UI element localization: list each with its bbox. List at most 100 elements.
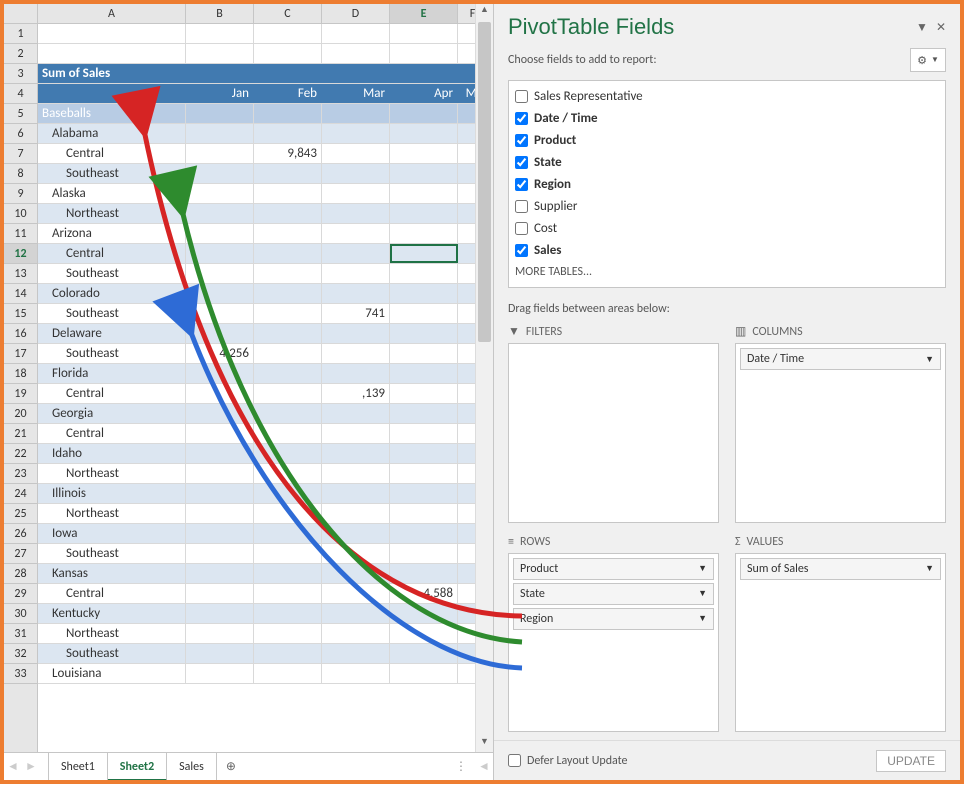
field-supplier[interactable]: Supplier [515, 195, 939, 217]
cell-d-30[interactable] [322, 604, 390, 623]
row-header-11[interactable]: 11 [4, 224, 37, 244]
cell-c-8[interactable] [254, 164, 322, 183]
row-23[interactable]: Northeast [38, 464, 493, 484]
cell-c-25[interactable] [254, 504, 322, 523]
field-label[interactable]: Region [534, 177, 571, 192]
cell-e-30[interactable] [390, 604, 458, 623]
cell-c-2[interactable] [254, 44, 322, 63]
cell-c-18[interactable] [254, 364, 322, 383]
row-3[interactable]: Sum of Sales [38, 64, 493, 84]
cell-a-11[interactable]: Arizona [38, 224, 186, 243]
cell-e-26[interactable] [390, 524, 458, 543]
cell-e-2[interactable] [390, 44, 458, 63]
cell-d-29[interactable] [322, 584, 390, 603]
cell-c-33[interactable] [254, 664, 322, 683]
row-header-22[interactable]: 22 [4, 444, 37, 464]
cell-a-13[interactable]: Southeast [38, 264, 186, 283]
row-header-10[interactable]: 10 [4, 204, 37, 224]
cell-a-17[interactable]: Southeast [38, 344, 186, 363]
cell-e-8[interactable] [390, 164, 458, 183]
cell-a-10[interactable]: Northeast [38, 204, 186, 223]
row-header-3[interactable]: 3 [4, 64, 37, 84]
row-29[interactable]: Central 4,588 [38, 584, 493, 604]
grid[interactable]: 1234567891011121314151617181920212223242… [4, 4, 493, 752]
chevron-down-icon[interactable]: ▼ [698, 613, 707, 624]
cell-a-15[interactable]: Southeast [38, 304, 186, 323]
cell-b-16[interactable] [186, 324, 254, 343]
field-date-time[interactable]: Date / Time [515, 107, 939, 129]
cell-d-19[interactable]: ,139 [322, 384, 390, 403]
cell-b-14[interactable] [186, 284, 254, 303]
row-header-18[interactable]: 18 [4, 364, 37, 384]
row-13[interactable]: Southeast [38, 264, 493, 284]
cell-c-7[interactable]: 9,843 [254, 144, 322, 163]
cell-b-12[interactable] [186, 244, 254, 263]
row-9[interactable]: Alaska [38, 184, 493, 204]
cell-e-33[interactable] [390, 664, 458, 683]
cell-d-25[interactable] [322, 504, 390, 523]
row-header-2[interactable]: 2 [4, 44, 37, 64]
row-header-19[interactable]: 19 [4, 384, 37, 404]
cell-a-31[interactable]: Northeast [38, 624, 186, 643]
cell-d-1[interactable] [322, 24, 390, 43]
row-header-29[interactable]: 29 [4, 584, 37, 604]
field-checkbox[interactable] [515, 112, 528, 125]
cell-e-7[interactable] [390, 144, 458, 163]
row-header-8[interactable]: 8 [4, 164, 37, 184]
cell-c-21[interactable] [254, 424, 322, 443]
row-header-5[interactable]: 5 [4, 104, 37, 124]
col-header-D[interactable]: D [322, 4, 390, 23]
row-1[interactable] [38, 24, 493, 44]
cell-b-2[interactable] [186, 44, 254, 63]
cell-a-7[interactable]: Central [38, 144, 186, 163]
tab-sheet2[interactable]: Sheet2 [108, 753, 167, 781]
cell-b-1[interactable] [186, 24, 254, 43]
row-21[interactable]: Central [38, 424, 493, 444]
row-header-6[interactable]: 6 [4, 124, 37, 144]
cell-d-5[interactable] [322, 104, 390, 123]
cell-d-11[interactable] [322, 224, 390, 243]
cell-a-19[interactable]: Central [38, 384, 186, 403]
cell-b-5[interactable] [186, 104, 254, 123]
cell-d-32[interactable] [322, 644, 390, 663]
field-cost[interactable]: Cost [515, 217, 939, 239]
cell-b-7[interactable] [186, 144, 254, 163]
cell-e-20[interactable] [390, 404, 458, 423]
cell-b-10[interactable] [186, 204, 254, 223]
row-headers[interactable]: 1234567891011121314151617181920212223242… [4, 4, 38, 752]
row-25[interactable]: Northeast [38, 504, 493, 524]
cell-a-16[interactable]: Delaware [38, 324, 186, 343]
field-label[interactable]: Date / Time [534, 111, 598, 126]
cell-a-25[interactable]: Northeast [38, 504, 186, 523]
field-label[interactable]: Sales Representative [534, 89, 643, 104]
field-list[interactable]: Sales RepresentativeDate / TimeProductSt… [508, 80, 946, 288]
pane-close-icon[interactable]: ✕ [936, 20, 946, 35]
chevron-down-icon[interactable]: ▼ [925, 563, 934, 574]
field-checkbox[interactable] [515, 222, 528, 235]
cell-c-5[interactable] [254, 104, 322, 123]
more-tables-link[interactable]: MORE TABLES... [515, 261, 939, 281]
col-header-A[interactable]: A [38, 4, 186, 23]
row-header-30[interactable]: 30 [4, 604, 37, 624]
cell-c-26[interactable] [254, 524, 322, 543]
cell-b-24[interactable] [186, 484, 254, 503]
update-button[interactable]: UPDATE [876, 750, 946, 772]
pane-menu-icon[interactable]: ▼ [916, 20, 928, 35]
col-header-B[interactable]: B [186, 4, 254, 23]
field-label[interactable]: State [534, 155, 562, 170]
cell-b-18[interactable] [186, 364, 254, 383]
columns-dropzone[interactable]: Date / Time▼ [735, 343, 946, 523]
rows-pill-state[interactable]: State▼ [513, 583, 714, 605]
cell-d-26[interactable] [322, 524, 390, 543]
cell-b-11[interactable] [186, 224, 254, 243]
values-pill-sum-of-sales[interactable]: Sum of Sales▼ [740, 558, 941, 580]
col-header-E[interactable]: E [390, 4, 458, 23]
rows-pill-product[interactable]: Product▼ [513, 558, 714, 580]
chevron-down-icon[interactable]: ▼ [698, 563, 707, 574]
cell-c-29[interactable] [254, 584, 322, 603]
cell-a-29[interactable]: Central [38, 584, 186, 603]
cell-e-29[interactable]: 4,588 [390, 584, 458, 603]
field-checkbox[interactable] [515, 90, 528, 103]
cell-a-2[interactable] [38, 44, 186, 63]
column-headers[interactable]: ABCDEF [38, 4, 493, 24]
